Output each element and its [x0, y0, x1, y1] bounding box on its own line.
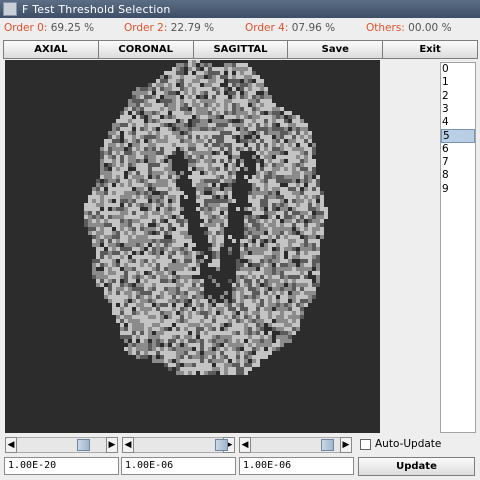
scroll-left-icon[interactable]: ◀ [122, 437, 134, 453]
scroll-left-icon[interactable]: ◀ [239, 437, 251, 453]
brain-slice-viewer[interactable] [5, 60, 380, 433]
slice-list-item[interactable]: 9 [441, 183, 475, 196]
slice-list-item[interactable]: 4 [441, 116, 475, 129]
scroll-thumb[interactable] [77, 439, 90, 451]
threshold-1-field[interactable]: 1.00E-20 [4, 457, 119, 475]
scroll-track[interactable] [134, 437, 228, 453]
scroll-thumb[interactable] [321, 439, 334, 451]
slice-list-item[interactable]: 7 [441, 156, 475, 169]
stat-order-2: Order 2: 22.79 % [124, 22, 214, 34]
slice-list-item[interactable]: 6 [441, 143, 475, 156]
stat-value: 07.96 % [291, 22, 336, 34]
scroll-thumb[interactable] [215, 439, 228, 451]
update-button[interactable]: Update [358, 457, 475, 476]
view-toolbar: AXIAL CORONAL SAGITTAL Save Exit [3, 40, 478, 59]
slice-list-item[interactable]: 0 [441, 63, 475, 76]
stat-order-0: Order 0: 69.25 % [4, 22, 94, 34]
slice-list-item[interactable]: 2 [441, 90, 475, 103]
stat-label: Order 2: [124, 22, 168, 34]
auto-update-label: Auto-Update [375, 438, 442, 450]
stat-value: 69.25 % [50, 22, 95, 34]
slice-list[interactable]: 0123456789 [440, 62, 476, 433]
auto-update-checkbox[interactable] [360, 438, 371, 450]
stat-label: Others: [366, 22, 405, 34]
window-titlebar: F Test Threshold Selection [0, 0, 480, 18]
threshold-3-field[interactable]: 1.00E-06 [239, 457, 354, 475]
window-menu-icon[interactable] [3, 2, 17, 16]
threshold-2-scrollbar[interactable]: ◀ ▶ [122, 437, 235, 453]
axial-button[interactable]: AXIAL [3, 40, 99, 59]
stat-value: 22.79 % [170, 22, 215, 34]
scroll-track[interactable] [251, 437, 340, 453]
stat-order-4: Order 4: 07.96 % [245, 22, 335, 34]
scroll-right-icon[interactable]: ▶ [106, 437, 118, 453]
slice-list-item[interactable]: 3 [441, 103, 475, 116]
save-button[interactable]: Save [287, 40, 384, 59]
scroll-right-icon[interactable]: ▶ [340, 437, 352, 453]
stat-label: Order 4: [245, 22, 289, 34]
window-title: F Test Threshold Selection [22, 2, 171, 16]
threshold-2-field[interactable]: 1.00E-06 [121, 457, 236, 475]
brain-slice-image [84, 60, 328, 375]
slice-list-item[interactable]: 1 [441, 76, 475, 89]
scroll-left-icon[interactable]: ◀ [5, 437, 17, 453]
threshold-3-scrollbar[interactable]: ◀ ▶ [239, 437, 352, 453]
stat-others: Others: 00.00 % [366, 22, 452, 34]
stat-label: Order 0: [4, 22, 48, 34]
stat-value: 00.00 % [408, 22, 452, 34]
slice-list-item[interactable]: 5 [441, 129, 475, 143]
auto-update-toggle[interactable]: Auto-Update [360, 438, 441, 450]
threshold-1-scrollbar[interactable]: ◀ ▶ [5, 437, 118, 453]
exit-button[interactable]: Exit [382, 40, 478, 59]
slice-list-item[interactable]: 8 [441, 169, 475, 182]
order-stats-bar: Order 0: 69.25 % Order 2: 22.79 % Order … [0, 18, 480, 40]
coronal-button[interactable]: CORONAL [97, 40, 194, 59]
scroll-track[interactable] [17, 437, 106, 453]
sagittal-button[interactable]: SAGITTAL [192, 40, 289, 59]
